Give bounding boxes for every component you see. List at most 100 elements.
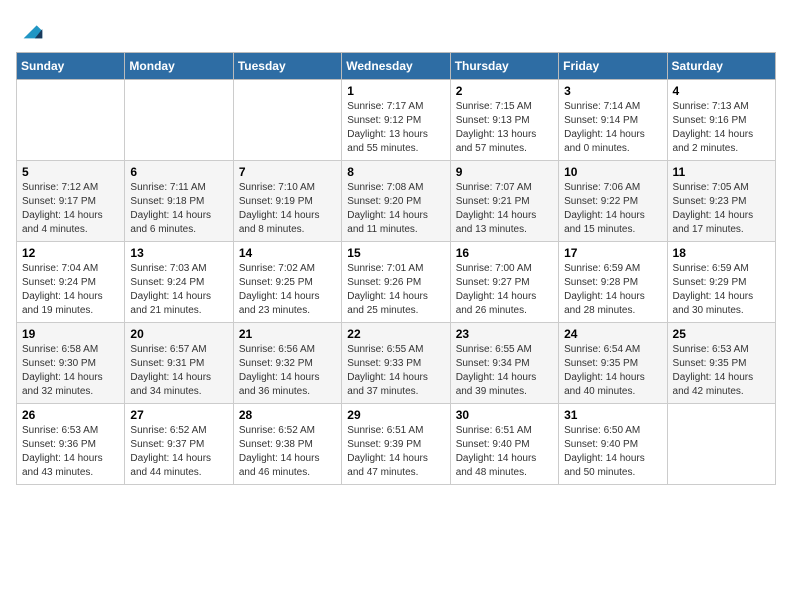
daylight-text: Daylight: 14 hours and 8 minutes. [239,209,336,237]
calendar-cell: 6 Sunrise: 7:11 AMSunset: 9:18 PMDaylight… [125,161,233,242]
calendar-cell: 11Sunrise: 7:05 AMSunset: 9:23 PMDayligh… [667,161,775,242]
sunrise-text: Sunrise: 6:53 AM [673,343,770,357]
day-number: 22 [347,327,444,341]
day-number: 7 [239,165,336,179]
day-info: Sunrise: 6:51 AMSunset: 9:39 PMDaylight:… [347,424,444,480]
day-number: 2 [456,84,553,98]
calendar-cell: 22Sunrise: 6:55 AMSunset: 9:33 PMDayligh… [342,323,450,404]
calendar-cell [125,80,233,161]
day-number: 30 [456,408,553,422]
sunrise-text: Sunrise: 7:10 AM [239,181,336,195]
weekday-header-friday: Friday [559,53,667,80]
daylight-text: Daylight: 14 hours and 47 minutes. [347,452,444,480]
daylight-text: Daylight: 14 hours and 2 minutes. [673,128,770,156]
daylight-text: Daylight: 14 hours and 32 minutes. [22,371,119,399]
daylight-text: Daylight: 14 hours and 0 minutes. [564,128,661,156]
day-info: Sunrise: 7:11 AMSunset: 9:18 PMDaylight:… [130,181,227,237]
sunset-text: Sunset: 9:24 PM [130,276,227,290]
calendar-cell: 24Sunrise: 6:54 AMSunset: 9:35 PMDayligh… [559,323,667,404]
sunset-text: Sunset: 9:36 PM [22,438,119,452]
calendar-week-row: 19Sunrise: 6:58 AMSunset: 9:30 PMDayligh… [17,323,776,404]
day-number: 27 [130,408,227,422]
day-number: 19 [22,327,119,341]
day-number: 4 [673,84,770,98]
day-number: 31 [564,408,661,422]
calendar-cell: 31Sunrise: 6:50 AMSunset: 9:40 PMDayligh… [559,404,667,485]
day-info: Sunrise: 7:14 AMSunset: 9:14 PMDaylight:… [564,100,661,156]
calendar-cell [233,80,341,161]
calendar-cell: 16Sunrise: 7:00 AMSunset: 9:27 PMDayligh… [450,242,558,323]
calendar-cell: 28Sunrise: 6:52 AMSunset: 9:38 PMDayligh… [233,404,341,485]
day-info: Sunrise: 7:06 AMSunset: 9:22 PMDaylight:… [564,181,661,237]
day-info: Sunrise: 6:52 AMSunset: 9:37 PMDaylight:… [130,424,227,480]
daylight-text: Daylight: 14 hours and 43 minutes. [22,452,119,480]
sunset-text: Sunset: 9:19 PM [239,195,336,209]
day-number: 8 [347,165,444,179]
day-number: 25 [673,327,770,341]
sunrise-text: Sunrise: 7:03 AM [130,262,227,276]
sunrise-text: Sunrise: 6:55 AM [456,343,553,357]
sunrise-text: Sunrise: 6:59 AM [673,262,770,276]
day-info: Sunrise: 7:12 AMSunset: 9:17 PMDaylight:… [22,181,119,237]
calendar-cell: 3 Sunrise: 7:14 AMSunset: 9:14 PMDaylight… [559,80,667,161]
day-info: Sunrise: 7:10 AMSunset: 9:19 PMDaylight:… [239,181,336,237]
day-info: Sunrise: 6:53 AMSunset: 9:36 PMDaylight:… [22,424,119,480]
sunrise-text: Sunrise: 7:14 AM [564,100,661,114]
sunrise-text: Sunrise: 7:01 AM [347,262,444,276]
day-info: Sunrise: 6:52 AMSunset: 9:38 PMDaylight:… [239,424,336,480]
day-number: 3 [564,84,661,98]
sunrise-text: Sunrise: 7:00 AM [456,262,553,276]
day-info: Sunrise: 6:55 AMSunset: 9:34 PMDaylight:… [456,343,553,399]
calendar-cell: 26 Sunrise: 6:53 AMSunset: 9:36 PMDayligh… [17,404,125,485]
sunset-text: Sunset: 9:27 PM [456,276,553,290]
day-number: 6 [130,165,227,179]
calendar-cell: 25 Sunrise: 6:53 AMSunset: 9:35 PMDayligh… [667,323,775,404]
sunset-text: Sunset: 9:12 PM [347,114,444,128]
day-info: Sunrise: 7:03 AMSunset: 9:24 PMDaylight:… [130,262,227,318]
sunset-text: Sunset: 9:14 PM [564,114,661,128]
daylight-text: Daylight: 14 hours and 34 minutes. [130,371,227,399]
day-number: 15 [347,246,444,260]
sunset-text: Sunset: 9:25 PM [239,276,336,290]
weekday-header-row: SundayMondayTuesdayWednesdayThursdayFrid… [17,53,776,80]
calendar-cell: 23Sunrise: 6:55 AMSunset: 9:34 PMDayligh… [450,323,558,404]
day-info: Sunrise: 7:15 AMSunset: 9:13 PMDaylight:… [456,100,553,156]
day-info: Sunrise: 7:02 AMSunset: 9:25 PMDaylight:… [239,262,336,318]
sunrise-text: Sunrise: 7:15 AM [456,100,553,114]
day-number: 11 [673,165,770,179]
sunset-text: Sunset: 9:26 PM [347,276,444,290]
sunrise-text: Sunrise: 6:55 AM [347,343,444,357]
sunrise-text: Sunrise: 6:59 AM [564,262,661,276]
sunrise-text: Sunrise: 6:52 AM [239,424,336,438]
calendar-cell: 20Sunrise: 6:57 AMSunset: 9:31 PMDayligh… [125,323,233,404]
daylight-text: Daylight: 14 hours and 42 minutes. [673,371,770,399]
sunrise-text: Sunrise: 7:05 AM [673,181,770,195]
day-number: 17 [564,246,661,260]
calendar-cell: 27 Sunrise: 6:52 AMSunset: 9:37 PMDayligh… [125,404,233,485]
calendar-cell: 14Sunrise: 7:02 AMSunset: 9:25 PMDayligh… [233,242,341,323]
calendar-cell: 18Sunrise: 6:59 AMSunset: 9:29 PMDayligh… [667,242,775,323]
calendar-table: SundayMondayTuesdayWednesdayThursdayFrid… [16,52,776,485]
daylight-text: Daylight: 14 hours and 17 minutes. [673,209,770,237]
calendar-cell: 1Sunrise: 7:17 AMSunset: 9:12 PMDaylight… [342,80,450,161]
weekday-header-saturday: Saturday [667,53,775,80]
sunrise-text: Sunrise: 7:13 AM [673,100,770,114]
calendar-cell: 7 Sunrise: 7:10 AMSunset: 9:19 PMDaylight… [233,161,341,242]
day-info: Sunrise: 7:08 AMSunset: 9:20 PMDaylight:… [347,181,444,237]
sunset-text: Sunset: 9:13 PM [456,114,553,128]
calendar-cell: 10Sunrise: 7:06 AMSunset: 9:22 PMDayligh… [559,161,667,242]
day-number: 24 [564,327,661,341]
day-number: 26 [22,408,119,422]
calendar-cell: 30Sunrise: 6:51 AMSunset: 9:40 PMDayligh… [450,404,558,485]
weekday-header-thursday: Thursday [450,53,558,80]
day-info: Sunrise: 6:57 AMSunset: 9:31 PMDaylight:… [130,343,227,399]
sunrise-text: Sunrise: 7:07 AM [456,181,553,195]
calendar-cell: 29Sunrise: 6:51 AMSunset: 9:39 PMDayligh… [342,404,450,485]
calendar-cell: 15Sunrise: 7:01 AMSunset: 9:26 PMDayligh… [342,242,450,323]
sunrise-text: Sunrise: 6:57 AM [130,343,227,357]
daylight-text: Daylight: 14 hours and 6 minutes. [130,209,227,237]
daylight-text: Daylight: 14 hours and 19 minutes. [22,290,119,318]
calendar-cell: 5Sunrise: 7:12 AMSunset: 9:17 PMDaylight… [17,161,125,242]
sunset-text: Sunset: 9:35 PM [673,357,770,371]
daylight-text: Daylight: 13 hours and 55 minutes. [347,128,444,156]
